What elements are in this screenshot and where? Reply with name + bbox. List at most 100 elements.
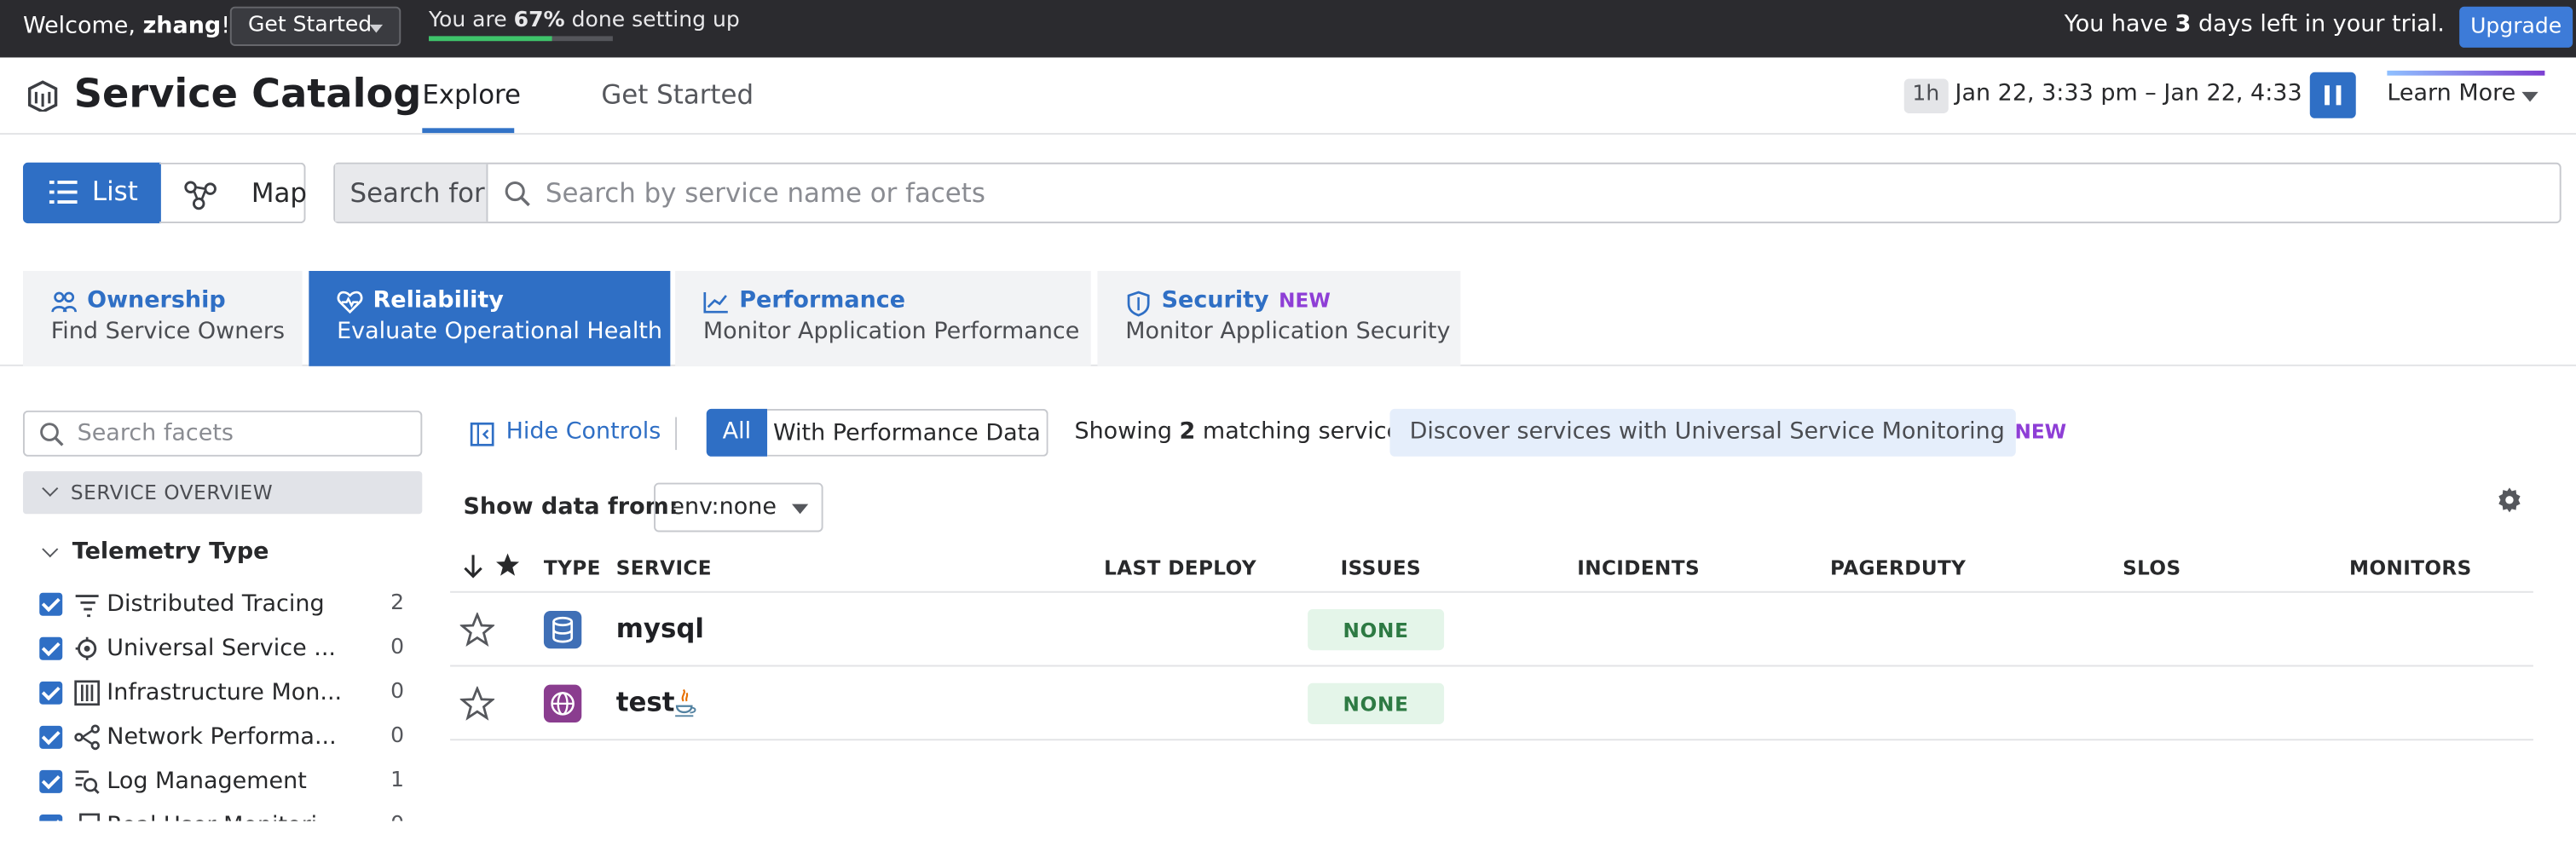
sort-descending-icon[interactable] — [462, 554, 485, 580]
service-search-bar: Search for — [333, 162, 2562, 224]
column-incidents[interactable]: INCIDENTS — [1577, 556, 1700, 579]
tab-performance-title: Performance — [739, 287, 906, 314]
tab-security-subtitle: Monitor Application Security — [1125, 318, 1451, 345]
tab-security-title-text: Security — [1161, 287, 1269, 314]
chevron-down-icon[interactable] — [42, 541, 59, 558]
env-selector-value: env:none — [670, 494, 777, 521]
page-header: Service Catalog Explore Get Started 1h J… — [0, 57, 2576, 135]
filter-all-button[interactable]: All — [706, 408, 768, 457]
issues-status-badge: NONE — [1308, 609, 1445, 651]
showing-prefix: Showing — [1074, 418, 1180, 446]
chevron-down-icon — [369, 24, 384, 33]
facet-item-log-management[interactable]: Log Management 1 — [39, 767, 404, 800]
matching-services-count: Showing 2 matching services — [1074, 418, 1412, 445]
line-chart-icon — [703, 292, 728, 314]
service-overview-section[interactable]: SERVICE OVERVIEW — [22, 471, 423, 515]
tab-security[interactable]: Security NEW Monitor Application Security — [1097, 271, 1461, 366]
facet-count: 0 — [390, 813, 404, 821]
tab-security-title: Security NEW — [1162, 287, 1461, 314]
java-icon — [675, 688, 696, 717]
pause-icon — [2325, 85, 2330, 106]
infrastructure-icon — [74, 680, 100, 706]
facet-item-distributed-tracing[interactable]: Distributed Tracing 2 — [39, 590, 404, 623]
time-range-picker[interactable]: Jan 22, 3:33 pm – Jan 22, 4:33 pm — [1955, 80, 2346, 106]
facet-checkbox[interactable] — [39, 592, 63, 616]
catalog-lens-tabs: Ownership Find Service Owners Reliabilit… — [0, 271, 2576, 366]
map-icon — [184, 181, 217, 210]
pause-live-button[interactable] — [2309, 72, 2356, 118]
facet-checkbox[interactable] — [39, 814, 63, 821]
facet-count: 0 — [390, 635, 405, 660]
facet-item-infrastructure-monitoring[interactable]: Infrastructure Mon... 0 — [39, 678, 404, 711]
filter-performance-data-button[interactable]: With Performance Data — [767, 408, 1048, 457]
tracing-icon — [75, 595, 99, 618]
column-slos[interactable]: SLOS — [2123, 556, 2180, 579]
welcome-suffix: ! — [221, 13, 231, 40]
facet-count: 2 — [390, 590, 405, 616]
column-monitors[interactable]: MONITORS — [2349, 556, 2472, 579]
table-row[interactable]: test NONE — [450, 666, 2533, 741]
show-data-from-label: Show data from: — [463, 494, 679, 521]
search-for-label: Search for — [335, 164, 488, 222]
time-window-chip[interactable]: 1h — [1903, 78, 1948, 113]
column-issues[interactable]: ISSUES — [1341, 556, 1421, 579]
get-started-dropdown[interactable]: Get Started — [229, 6, 401, 46]
search-icon — [40, 423, 64, 446]
search-input[interactable] — [545, 172, 2517, 214]
column-service[interactable]: SERVICE — [616, 556, 712, 579]
people-icon — [51, 291, 78, 313]
env-selector[interactable]: env:none — [654, 482, 823, 532]
facet-label: Universal Service ... — [107, 635, 336, 662]
facet-count: 0 — [390, 679, 405, 705]
services-table-header: TYPE SERVICE LAST DEPLOY ISSUES INCIDENT… — [450, 549, 2533, 593]
globe-glyph — [551, 692, 575, 716]
learn-more-accent — [2387, 70, 2545, 76]
star-filled-icon[interactable] — [494, 552, 521, 579]
star-outline-icon[interactable] — [459, 686, 495, 721]
facet-count: 0 — [390, 723, 405, 749]
database-icon — [543, 610, 582, 649]
gear-icon[interactable] — [2497, 487, 2521, 513]
facet-item-network-performance[interactable]: Network Performa... 0 — [39, 722, 404, 756]
column-pagerduty[interactable]: PAGERDUTY — [1830, 556, 1966, 579]
tab-explore[interactable]: Explore — [422, 79, 521, 111]
telemetry-type-group[interactable]: Telemetry Type — [72, 538, 269, 565]
tab-performance[interactable]: Performance Monitor Application Performa… — [675, 271, 1091, 366]
service-name[interactable]: test — [616, 687, 675, 718]
star-outline-icon[interactable] — [459, 612, 495, 648]
setup-progress-fill — [429, 36, 552, 42]
column-type[interactable]: TYPE — [544, 556, 601, 579]
trial-remaining-text: You have 3 days left in your trial. — [2065, 11, 2445, 37]
facet-search-input[interactable] — [77, 417, 407, 451]
facet-checkbox[interactable] — [39, 636, 63, 660]
trial-banner: Welcome, zhang! Get Started You are 67% … — [0, 0, 2576, 58]
facet-checkbox[interactable] — [39, 725, 63, 749]
map-view-button[interactable]: Map — [159, 162, 307, 224]
facet-label: Log Management — [107, 768, 307, 795]
facet-search-field — [22, 410, 423, 457]
hide-controls-button[interactable]: Hide Controls — [470, 418, 661, 446]
table-row[interactable]: mysql NONE — [450, 593, 2533, 667]
facet-checkbox[interactable] — [39, 681, 63, 705]
welcome-prefix: Welcome, — [22, 13, 143, 40]
progress-suffix: done setting up — [564, 8, 740, 33]
tab-get-started[interactable]: Get Started — [601, 79, 754, 111]
facet-item-real-user-monitoring[interactable]: Real User Monitori... 0 — [39, 811, 404, 821]
list-view-label: List — [91, 176, 138, 207]
facet-item-universal-service-monitoring[interactable]: Universal Service ... 0 — [39, 634, 404, 667]
learn-more-dropdown[interactable]: Learn More — [2387, 80, 2515, 106]
service-name[interactable]: mysql — [616, 613, 704, 644]
list-view-button[interactable]: List — [22, 162, 161, 224]
setup-progress-text: You are 67% done setting up — [429, 9, 740, 33]
tab-reliability[interactable]: Reliability Evaluate Operational Health — [309, 271, 671, 366]
facet-label: Real User Monitori... — [107, 813, 339, 821]
tab-ownership[interactable]: Ownership Find Service Owners — [22, 271, 303, 366]
page-title: Service Catalog — [73, 70, 422, 117]
facet-checkbox[interactable] — [39, 769, 63, 793]
column-last-deploy[interactable]: LAST DEPLOY — [1104, 556, 1256, 579]
discover-text: Discover services with Universal Service… — [1409, 418, 2005, 446]
heart-pulse-icon — [337, 291, 363, 314]
upgrade-button[interactable]: Upgrade — [2459, 6, 2573, 48]
trial-days: 3 — [2175, 11, 2192, 38]
discover-usm-banner[interactable]: Discover services with Universal Service… — [1389, 408, 2066, 457]
